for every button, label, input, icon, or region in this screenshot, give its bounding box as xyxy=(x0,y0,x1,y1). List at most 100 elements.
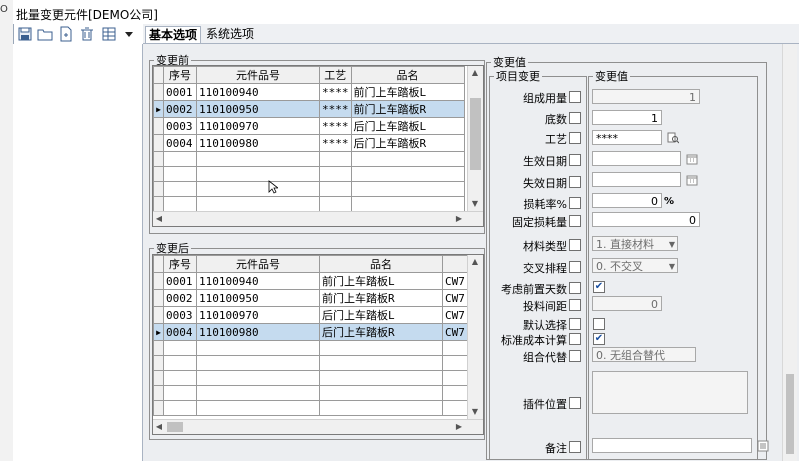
cell-part[interactable]: 110100970 xyxy=(196,306,320,324)
loss-rate-input[interactable]: 0 xyxy=(592,193,662,208)
window-vertical-scrollbar[interactable] xyxy=(782,44,797,461)
cell-process[interactable]: **** xyxy=(319,117,352,135)
scroll-left-icon[interactable]: ◀ xyxy=(153,422,165,431)
scroll-left-icon[interactable]: ◀ xyxy=(153,214,165,223)
cell-name[interactable]: 后门上车踏板L xyxy=(350,117,465,135)
table-row[interactable]: 0002 110100950 前门上车踏板R CW7 xyxy=(153,289,483,307)
cell-name[interactable]: 前门上车踏板R xyxy=(350,100,465,118)
scroll-up-icon[interactable]: ▲ xyxy=(469,68,481,77)
std-cost-value-checkbox[interactable]: ✔ xyxy=(593,333,605,345)
feed-interval-change-checkbox[interactable] xyxy=(569,299,581,311)
before-col-seq[interactable]: 序号 xyxy=(163,66,197,84)
cell-seq[interactable]: 0002 xyxy=(163,289,197,307)
cell-seq[interactable]: 0002 xyxy=(163,100,197,118)
material-type-change-checkbox[interactable] xyxy=(569,239,581,251)
before-col-process[interactable]: 工艺 xyxy=(319,66,352,84)
cell-seq[interactable]: 0001 xyxy=(163,272,197,290)
default-select-change-checkbox[interactable] xyxy=(569,318,581,330)
after-horizontal-scrollbar[interactable]: ◀ ▶ xyxy=(153,419,483,434)
scroll-up-icon[interactable]: ▲ xyxy=(469,257,481,266)
scroll-right-icon[interactable]: ▶ xyxy=(453,422,465,431)
cell-name[interactable]: 后门上车踏板R xyxy=(350,134,465,152)
feed-interval-input[interactable]: 0 xyxy=(592,296,662,311)
cell-part[interactable]: 110100940 xyxy=(196,272,320,290)
open-folder-icon[interactable] xyxy=(37,26,53,42)
remark-change-checkbox[interactable] xyxy=(569,441,581,453)
effective-date-input[interactable] xyxy=(592,151,681,166)
cell-process[interactable]: **** xyxy=(319,100,352,118)
cell-process[interactable]: **** xyxy=(319,134,352,152)
loss-rate-change-checkbox[interactable] xyxy=(569,197,581,209)
before-horizontal-scrollbar[interactable]: ◀ ▶ xyxy=(153,211,483,226)
table-row[interactable]: 0004 110100980 **** 后门上车踏板R xyxy=(153,134,465,152)
expiry-date-change-checkbox[interactable] xyxy=(569,176,581,188)
table-row[interactable]: 0001 110100940 前门上车踏板L CW7 xyxy=(153,272,483,290)
scroll-down-icon[interactable]: ▼ xyxy=(469,199,481,208)
save-icon[interactable] xyxy=(17,26,33,42)
table-row-selected[interactable]: ▶ 0004 110100980 后门上车踏板R CW7 xyxy=(153,323,483,341)
delete-icon[interactable] xyxy=(79,26,95,42)
lookup-icon[interactable] xyxy=(667,132,679,144)
cell-seq[interactable]: 0004 xyxy=(163,134,197,152)
scroll-thumb[interactable] xyxy=(786,374,794,454)
cell-name[interactable]: 后门上车踏板R xyxy=(319,323,443,341)
scroll-thumb[interactable] xyxy=(470,98,481,170)
default-select-value-checkbox[interactable] xyxy=(593,318,605,330)
after-vertical-scrollbar[interactable]: ▲ ▼ xyxy=(467,255,483,419)
table-row[interactable]: 0001 110100940 **** 前门上车踏板L xyxy=(153,83,465,101)
effective-date-change-checkbox[interactable] xyxy=(569,154,581,166)
grid-icon[interactable] xyxy=(101,26,117,42)
cell-seq[interactable]: 0001 xyxy=(163,83,197,101)
cell-seq[interactable]: 0004 xyxy=(163,323,197,341)
fixed-loss-input[interactable]: 0 xyxy=(592,212,700,227)
base-change-checkbox[interactable] xyxy=(569,112,581,124)
lead-days-change-checkbox[interactable] xyxy=(569,282,581,294)
note-icon[interactable] xyxy=(757,440,769,452)
after-col-part[interactable]: 元件品号 xyxy=(196,255,320,273)
cell-process[interactable]: **** xyxy=(319,83,352,101)
table-row[interactable]: 0003 110100970 **** 后门上车踏板L xyxy=(153,117,465,135)
cell-name[interactable]: 前门上车踏板L xyxy=(350,83,465,101)
before-vertical-scrollbar[interactable]: ▲ ▼ xyxy=(467,66,483,211)
plugin-position-change-checkbox[interactable] xyxy=(569,397,581,409)
expiry-date-input[interactable] xyxy=(592,172,681,187)
lead-days-value-checkbox[interactable]: ✔ xyxy=(593,281,605,293)
dropdown-arrow-icon[interactable] xyxy=(121,26,137,42)
after-col-seq[interactable]: 序号 xyxy=(163,255,197,273)
cell-name[interactable]: 前门上车踏板L xyxy=(319,272,443,290)
combo-replace-change-checkbox[interactable] xyxy=(569,350,581,362)
cell-part[interactable]: 110100940 xyxy=(196,83,320,101)
cell-part[interactable]: 110100980 xyxy=(196,134,320,152)
cell-part[interactable]: 110100980 xyxy=(196,323,320,341)
quantity-input[interactable]: 1 xyxy=(592,89,700,104)
cell-part[interactable]: 110100970 xyxy=(196,117,320,135)
process-input[interactable]: **** xyxy=(592,130,662,145)
cross-schedule-select[interactable]: 0. 不交叉 ▼ xyxy=(592,258,678,273)
scroll-down-icon[interactable]: ▼ xyxy=(469,407,481,416)
std-cost-change-checkbox[interactable] xyxy=(569,333,581,345)
remark-input[interactable] xyxy=(592,438,752,453)
fixed-loss-change-checkbox[interactable] xyxy=(569,215,581,227)
calendar-icon[interactable] xyxy=(686,174,698,186)
tab-basic-options[interactable]: 基本选项 xyxy=(145,26,202,43)
plugin-position-textarea[interactable] xyxy=(592,371,748,414)
after-col-name[interactable]: 品名 xyxy=(319,255,443,273)
cell-part[interactable]: 110100950 xyxy=(196,289,320,307)
cell-name[interactable]: 后门上车踏板L xyxy=(319,306,443,324)
table-row[interactable]: 0003 110100970 后门上车踏板L CW7 xyxy=(153,306,483,324)
process-change-checkbox[interactable] xyxy=(569,132,581,144)
cross-schedule-change-checkbox[interactable] xyxy=(569,261,581,273)
material-type-select[interactable]: 1. 直接材料 ▼ xyxy=(592,236,678,251)
new-doc-icon[interactable] xyxy=(58,26,74,42)
before-col-name[interactable]: 品名 xyxy=(350,66,465,84)
tab-system-options[interactable]: 系统选项 xyxy=(203,26,257,42)
scroll-right-icon[interactable]: ▶ xyxy=(453,214,465,223)
cell-seq[interactable]: 0003 xyxy=(163,117,197,135)
cell-part[interactable]: 110100950 xyxy=(196,100,320,118)
before-col-part[interactable]: 元件品号 xyxy=(196,66,320,84)
quantity-change-checkbox[interactable] xyxy=(569,91,581,103)
cell-seq[interactable]: 0003 xyxy=(163,306,197,324)
scroll-thumb[interactable] xyxy=(167,422,183,432)
calendar-icon[interactable] xyxy=(686,153,698,165)
table-row-selected[interactable]: ▶ 0002 110100950 **** 前门上车踏板R xyxy=(153,100,465,118)
